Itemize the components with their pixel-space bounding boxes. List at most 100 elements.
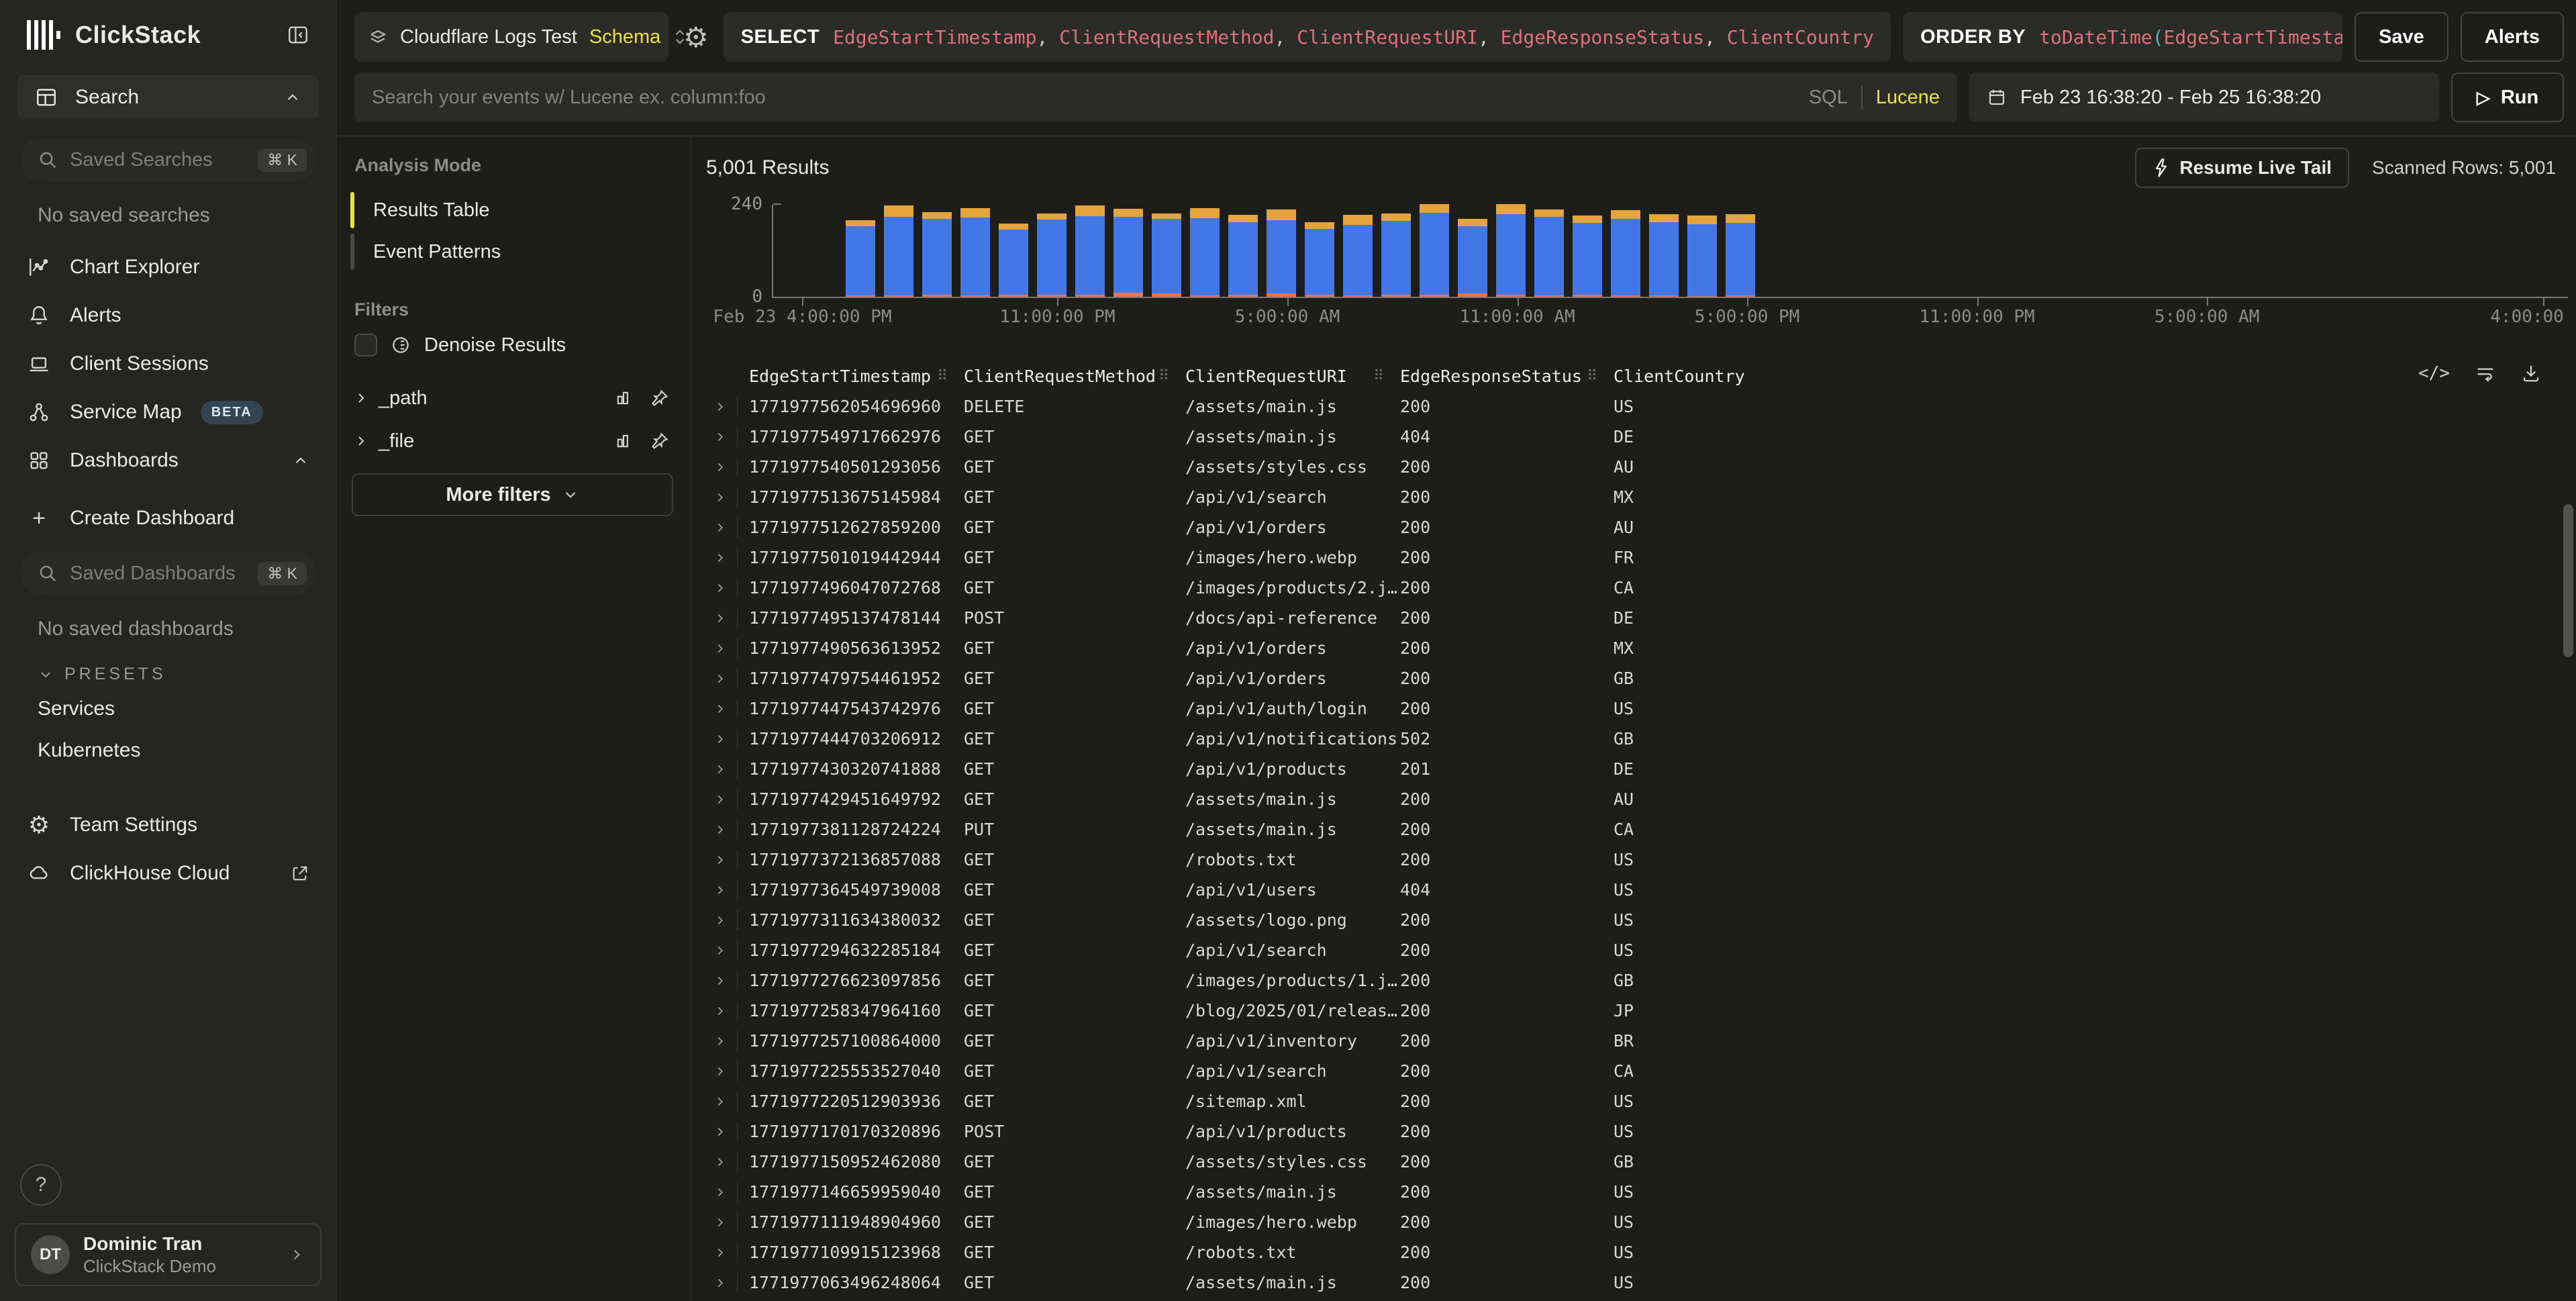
expand-row-button[interactable]	[706, 1116, 749, 1147]
sidebar-item-clickhouse-cloud[interactable]: ClickHouse Cloud	[0, 849, 336, 898]
pin-icon[interactable]	[650, 389, 669, 407]
chart-bar[interactable]	[1573, 215, 1602, 297]
chart-bar[interactable]	[1611, 210, 1640, 297]
table-row[interactable]: 1771977430320741888 GET /api/v1/products…	[706, 754, 2546, 784]
preset-item[interactable]: Services	[0, 688, 336, 730]
presets-toggle[interactable]: PRESETS	[38, 665, 336, 684]
expand-row-button[interactable]	[706, 482, 749, 512]
create-dashboard-button[interactable]: + Create Dashboard	[0, 494, 336, 542]
sidebar-item-alerts[interactable]: Alerts	[0, 291, 336, 340]
table-row[interactable]: 1771977225553527040 GET /api/v1/search 2…	[706, 1056, 2546, 1086]
chart-bar[interactable]	[1267, 209, 1296, 297]
expand-row-button[interactable]	[706, 512, 749, 542]
expand-row-button[interactable]	[706, 1177, 749, 1207]
column-chart-icon[interactable]	[614, 389, 633, 407]
table-row[interactable]: 1771977276623097856 GET /images/products…	[706, 965, 2546, 996]
denoise-checkbox[interactable]	[354, 334, 377, 356]
expand-row-button[interactable]	[706, 663, 749, 693]
expand-row-button[interactable]	[706, 996, 749, 1026]
filter-field-path[interactable]: _path	[346, 377, 679, 420]
chart-bar[interactable]	[1381, 213, 1411, 297]
chart-bar[interactable]	[999, 224, 1028, 297]
chart-bar[interactable]	[1037, 213, 1067, 297]
event-search-input[interactable]	[372, 87, 1793, 109]
saved-searches-search[interactable]: ⌘ K	[20, 138, 316, 181]
table-row[interactable]: 1771977111948904960 GET /images/hero.web…	[706, 1207, 2546, 1237]
expand-row-button[interactable]	[706, 693, 749, 724]
event-search-box[interactable]: SQL Lucene	[354, 73, 1957, 122]
expand-row-button[interactable]	[706, 1056, 749, 1086]
resume-live-tail-button[interactable]: Resume Live Tail	[2135, 148, 2349, 188]
chart-bar[interactable]	[1458, 219, 1487, 297]
table-row[interactable]: 1771977501019442944 GET /images/hero.web…	[706, 542, 2546, 573]
vertical-scrollbar[interactable]	[2563, 504, 2573, 657]
expand-row-button[interactable]	[706, 905, 749, 935]
sidebar-item-service-map[interactable]: Service Map BETA	[0, 388, 336, 436]
expand-row-button[interactable]	[706, 422, 749, 452]
table-row[interactable]: 1771977257100864000 GET /api/v1/inventor…	[706, 1026, 2546, 1056]
chart-bar[interactable]	[1152, 213, 1181, 297]
column-header[interactable]: ⠿EdgeResponseStatus	[1400, 367, 1614, 386]
expand-row-button[interactable]	[706, 1267, 749, 1298]
chart-bar[interactable]	[1113, 209, 1143, 297]
schema-label[interactable]: Schema	[589, 26, 660, 48]
expand-row-button[interactable]	[706, 603, 749, 633]
chart-bar[interactable]	[1726, 214, 1755, 297]
expand-row-button[interactable]	[706, 391, 749, 422]
chart-bar[interactable]	[1534, 209, 1564, 297]
sidebar-item-search[interactable]: Search	[17, 75, 319, 119]
table-row[interactable]: 1771977109915123968 GET /robots.txt 200 …	[706, 1237, 2546, 1267]
table-row[interactable]: 1771977444703206912 GET /api/v1/notifica…	[706, 724, 2546, 754]
table-row[interactable]: 1771977381128724224 PUT /assets/main.js …	[706, 814, 2546, 845]
expand-row-button[interactable]	[706, 784, 749, 814]
table-row[interactable]: 1771977364549739008 GET /api/v1/users 40…	[706, 875, 2546, 905]
code-view-icon[interactable]: </>	[2418, 363, 2450, 383]
column-header[interactable]: ⠿ClientRequestURI	[1185, 367, 1400, 386]
expand-row-button[interactable]	[706, 754, 749, 784]
column-header[interactable]: EdgeStartTimestamp	[749, 367, 964, 386]
table-row[interactable]: 1771977512627859200 GET /api/v1/orders 2…	[706, 512, 2546, 542]
expand-row-button[interactable]	[706, 1147, 749, 1177]
column-chart-icon[interactable]	[614, 432, 633, 450]
table-row[interactable]: 1771977513675145984 GET /api/v1/search 2…	[706, 482, 2546, 512]
table-row[interactable]: 1771977495137478144 POST /docs/api-refer…	[706, 603, 2546, 633]
sidebar-item-chart-explorer[interactable]: Chart Explorer	[0, 243, 336, 291]
collapse-sidebar-icon[interactable]	[287, 23, 309, 46]
user-card[interactable]: DT Dominic Tran ClickStack Demo	[15, 1223, 321, 1286]
table-row[interactable]: 1771977540501293056 GET /assets/styles.c…	[706, 452, 2546, 482]
download-icon[interactable]	[2521, 363, 2541, 383]
saved-searches-input[interactable]	[70, 149, 246, 171]
expand-row-button[interactable]	[706, 1026, 749, 1056]
table-row[interactable]: 1771977146659959040 GET /assets/main.js …	[706, 1177, 2546, 1207]
table-row[interactable]: 1771977479754461952 GET /api/v1/orders 2…	[706, 663, 2546, 693]
expand-row-button[interactable]	[706, 875, 749, 905]
mode-event-patterns[interactable]: Event Patterns	[346, 231, 679, 273]
expand-row-button[interactable]	[706, 724, 749, 754]
sidebar-item-team-settings[interactable]: ⚙ Team Settings	[0, 801, 336, 849]
expand-row-button[interactable]	[706, 935, 749, 965]
table-row[interactable]: 1771977447543742976 GET /api/v1/auth/log…	[706, 693, 2546, 724]
order-by-editor[interactable]: ORDER BY toDateTime(EdgeStartTimestamp /	[1903, 12, 2342, 62]
chart-bar[interactable]	[1687, 215, 1717, 297]
source-select[interactable]: Cloudflare Logs Test Schema	[354, 12, 668, 62]
expand-row-button[interactable]	[706, 814, 749, 845]
sql-toggle[interactable]: SQL	[1809, 87, 1848, 109]
table-row[interactable]: 1771977562054696960 DELETE /assets/main.…	[706, 391, 2546, 422]
expand-row-button[interactable]	[706, 1237, 749, 1267]
wrap-lines-icon[interactable]	[2475, 363, 2495, 383]
preset-item[interactable]: Kubernetes	[0, 730, 336, 771]
table-row[interactable]: 1771977311634380032 GET /assets/logo.png…	[706, 905, 2546, 935]
table-row[interactable]: 1771977490563613952 GET /api/v1/orders 2…	[706, 633, 2546, 663]
save-button[interactable]: Save	[2355, 12, 2448, 62]
chart-bar[interactable]	[1420, 204, 1449, 297]
saved-dashboards-input[interactable]	[70, 563, 246, 585]
expand-row-button[interactable]	[706, 965, 749, 996]
column-header[interactable]: ⠿ClientCountry	[1614, 367, 2546, 386]
chevron-up-icon[interactable]	[284, 89, 301, 106]
chart-bar[interactable]	[846, 220, 875, 297]
table-row[interactable]: 1771977150952462080 GET /assets/styles.c…	[706, 1147, 2546, 1177]
select-clause-editor[interactable]: SELECT EdgeStartTimestampClientRequestMe…	[724, 12, 1891, 62]
chart-bar[interactable]	[960, 208, 990, 297]
sidebar-item-client-sessions[interactable]: Client Sessions	[0, 340, 336, 388]
chart-bar[interactable]	[1649, 214, 1679, 297]
